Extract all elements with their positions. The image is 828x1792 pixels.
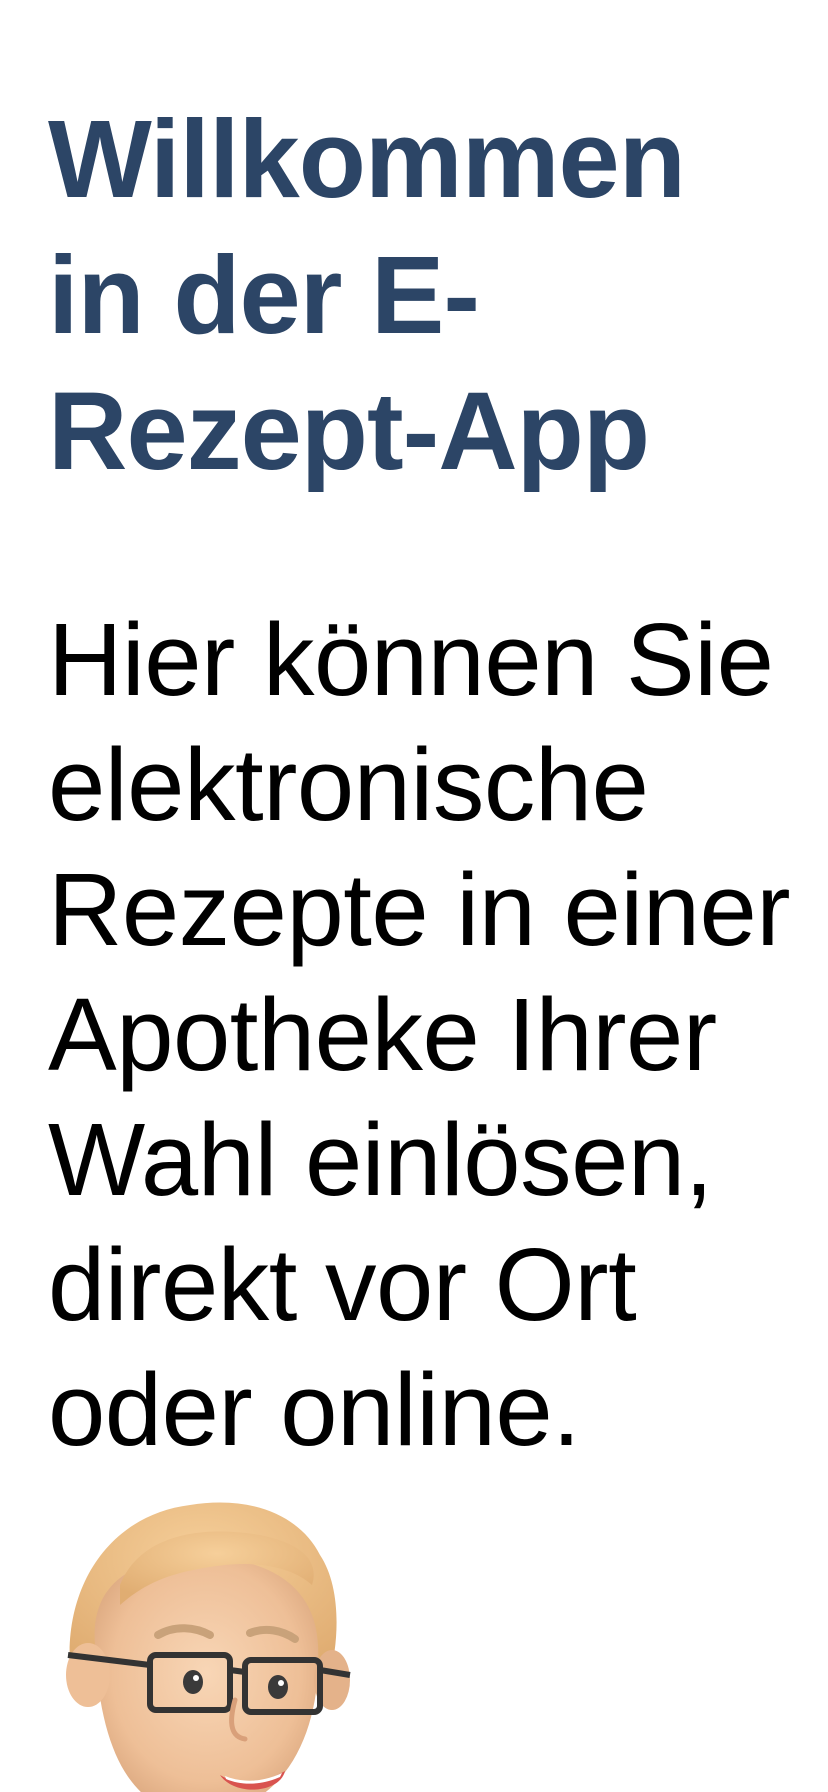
welcome-description-line: direkt vor Ort: [48, 1227, 637, 1342]
welcome-description-line: oder online.: [48, 1352, 581, 1467]
welcome-title: Willkommen in der E- Rezept-App: [48, 92, 788, 500]
welcome-description-line: elektronische: [48, 727, 649, 842]
right-eye-shape: [268, 1675, 288, 1699]
left-eye-shape: [183, 1670, 203, 1694]
welcome-title-line: Willkommen: [48, 98, 686, 221]
pharmacist-avatar-illustration: [66, 1502, 351, 1792]
welcome-description-line: Apotheke Ihrer: [48, 977, 717, 1092]
welcome-description-line: Hier können Sie: [48, 602, 774, 717]
welcome-description-line: Rezepte in einer: [48, 852, 791, 967]
welcome-title-line: Rezept-App: [48, 370, 650, 493]
welcome-description-line: Wahl einlösen,: [48, 1102, 713, 1217]
welcome-title-line: in der E-: [48, 234, 480, 357]
welcome-description: Hier können Sie elektronische Rezepte in…: [48, 597, 808, 1472]
onboarding-screen: Willkommen in der E- Rezept-App Hier kön…: [0, 0, 828, 1792]
